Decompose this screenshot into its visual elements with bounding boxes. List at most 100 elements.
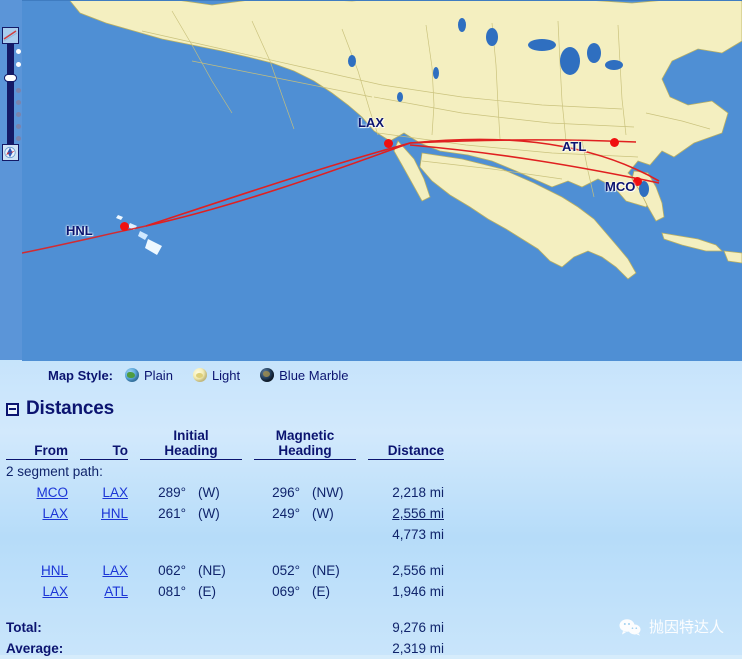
cell-initial-heading: 081° — [158, 584, 186, 599]
zoom-slider-handle[interactable] — [4, 74, 17, 82]
table-header-row: From To Initial Heading Magnetic Heading… — [0, 428, 450, 461]
segment-note: 2 segment path: — [6, 464, 103, 479]
cell-initial-direction: (W) — [198, 506, 220, 521]
map-style-option-label: Light — [211, 367, 241, 383]
cell-initial-direction: (NE) — [198, 563, 226, 578]
cell-magnetic-direction: (NE) — [312, 563, 340, 578]
cell-initial-heading: 062° — [158, 563, 186, 578]
total-value: 9,276 mi — [392, 620, 444, 635]
watermark: 抛因特达人 — [619, 616, 724, 637]
cell-magnetic-direction: (W) — [312, 506, 334, 521]
distances-table: From To Initial Heading Magnetic Heading… — [0, 428, 450, 659]
zoom-tick[interactable] — [16, 112, 21, 117]
globe-plain-icon — [125, 368, 140, 382]
zoom-tick[interactable] — [16, 49, 21, 54]
cell-distance: 2,218 mi — [392, 485, 444, 500]
page-title: Distances — [26, 398, 114, 419]
map-zoom-control[interactable] — [0, 0, 22, 360]
map-style-option-plain[interactable]: Plain — [125, 368, 173, 383]
airport-label-lax: LAX — [358, 115, 384, 130]
distances-header: Distances — [0, 398, 742, 420]
cell-to[interactable]: LAX — [74, 560, 134, 581]
airport-link[interactable]: ATL — [104, 584, 128, 599]
total-label: Total: — [6, 620, 42, 635]
airport-link[interactable]: HNL — [41, 563, 68, 578]
cell-empty — [0, 524, 74, 545]
zoom-slider-track[interactable] — [7, 44, 21, 142]
zoom-tick[interactable] — [16, 88, 21, 93]
column-header-distance: Distance — [362, 428, 450, 461]
cell-distance: 1,946 mi — [392, 584, 444, 599]
airport-link[interactable]: LAX — [102, 485, 128, 500]
column-header-to: To — [74, 428, 134, 461]
cell-from[interactable]: HNL — [0, 560, 74, 581]
zoom-out-globe-icon[interactable] — [2, 144, 19, 161]
watermark-text: 抛因特达人 — [648, 618, 724, 636]
airport-label-mco: MCO — [605, 179, 636, 194]
airport-link[interactable]: LAX — [102, 563, 128, 578]
distances-table-body: 2 segment path: MCO LAX 289° (W) 296° (NW) 2,21… — [0, 461, 450, 659]
cell-to[interactable]: LAX — [74, 482, 134, 503]
zoom-tick[interactable] — [16, 124, 21, 129]
map-style-option-light[interactable]: Light — [192, 367, 241, 383]
map-style-option-label: Plain — [144, 367, 173, 383]
globe-blue-marble-icon — [260, 368, 275, 382]
summary-row: Average: 2,319 mi — [0, 638, 450, 659]
spacer — [0, 545, 450, 560]
cell-segment-subtotal: 4,773 mi — [392, 527, 444, 542]
cell-distance: 2,556 mi — [392, 506, 444, 521]
airport-link[interactable]: MCO — [37, 485, 69, 500]
cell-magnetic-heading: 296° — [272, 485, 300, 500]
cell-from[interactable]: LAX — [0, 503, 74, 524]
cell-empty — [248, 524, 306, 545]
cell-from[interactable]: MCO — [0, 482, 74, 503]
airport-label-hnl: HNL — [66, 223, 93, 238]
cell-to[interactable]: HNL — [74, 503, 134, 524]
airport-dot-atl[interactable] — [610, 138, 619, 147]
map-style-option-label: Blue Marble — [279, 367, 349, 383]
zoom-in-map-icon[interactable] — [2, 27, 19, 44]
segment-subtotal-row: 4,773 mi — [0, 524, 450, 545]
table-row: MCO LAX 289° (W) 296° (NW) 2,218 mi — [0, 482, 450, 503]
column-header-from: From — [0, 428, 74, 461]
cell-magnetic-direction: (NW) — [312, 485, 344, 500]
cell-magnetic-heading: 069° — [272, 584, 300, 599]
map-style-bar: Map Style: Plain Light Blue Marble — [0, 362, 742, 388]
cell-magnetic-direction: (E) — [312, 584, 330, 599]
column-header-magnetic-heading: Magnetic Heading — [248, 428, 362, 461]
cell-to[interactable]: ATL — [74, 581, 134, 602]
airport-label-atl: ATL — [562, 139, 587, 154]
spacer — [0, 602, 450, 617]
cell-distance: 2,556 mi — [392, 563, 444, 578]
zoom-tick[interactable] — [16, 62, 21, 67]
airport-link[interactable]: LAX — [42, 506, 68, 521]
cell-empty — [192, 524, 248, 545]
airport-link[interactable]: LAX — [42, 584, 68, 599]
map-style-option-blue-marble[interactable]: Blue Marble — [260, 367, 349, 383]
map-canvas[interactable]: LAX ATL MCO HNL — [22, 0, 742, 361]
table-row: LAX ATL 081° (E) 069° (E) 1,946 mi — [0, 581, 450, 602]
globe-light-icon — [192, 368, 207, 382]
cell-initial-heading: 261° — [158, 506, 186, 521]
cell-initial-direction: (E) — [198, 584, 216, 599]
airport-link[interactable]: HNL — [101, 506, 128, 521]
minus-box-icon[interactable] — [6, 402, 19, 416]
map-style-label: Map Style: — [48, 367, 114, 383]
segment-note-row: 2 segment path: — [0, 461, 450, 482]
airport-dot-hnl[interactable] — [120, 222, 129, 231]
cell-empty — [306, 524, 362, 545]
spacer-row — [0, 602, 450, 617]
cell-empty — [74, 524, 134, 545]
column-header-initial-heading: Initial Heading — [134, 428, 248, 461]
cell-initial-direction: (W) — [198, 485, 220, 500]
airport-dot-lax[interactable] — [384, 139, 393, 148]
cell-magnetic-heading: 052° — [272, 563, 300, 578]
spacer-row — [0, 545, 450, 560]
zoom-tick[interactable] — [16, 136, 21, 141]
zoom-tick[interactable] — [16, 100, 21, 105]
cell-initial-heading: 289° — [158, 485, 186, 500]
average-label: Average: — [6, 641, 64, 656]
cell-from[interactable]: LAX — [0, 581, 74, 602]
table-row: HNL LAX 062° (NE) 052° (NE) 2,556 mi — [0, 560, 450, 581]
table-row: LAX HNL 261° (W) 249° (W) 2,556 mi — [0, 503, 450, 524]
